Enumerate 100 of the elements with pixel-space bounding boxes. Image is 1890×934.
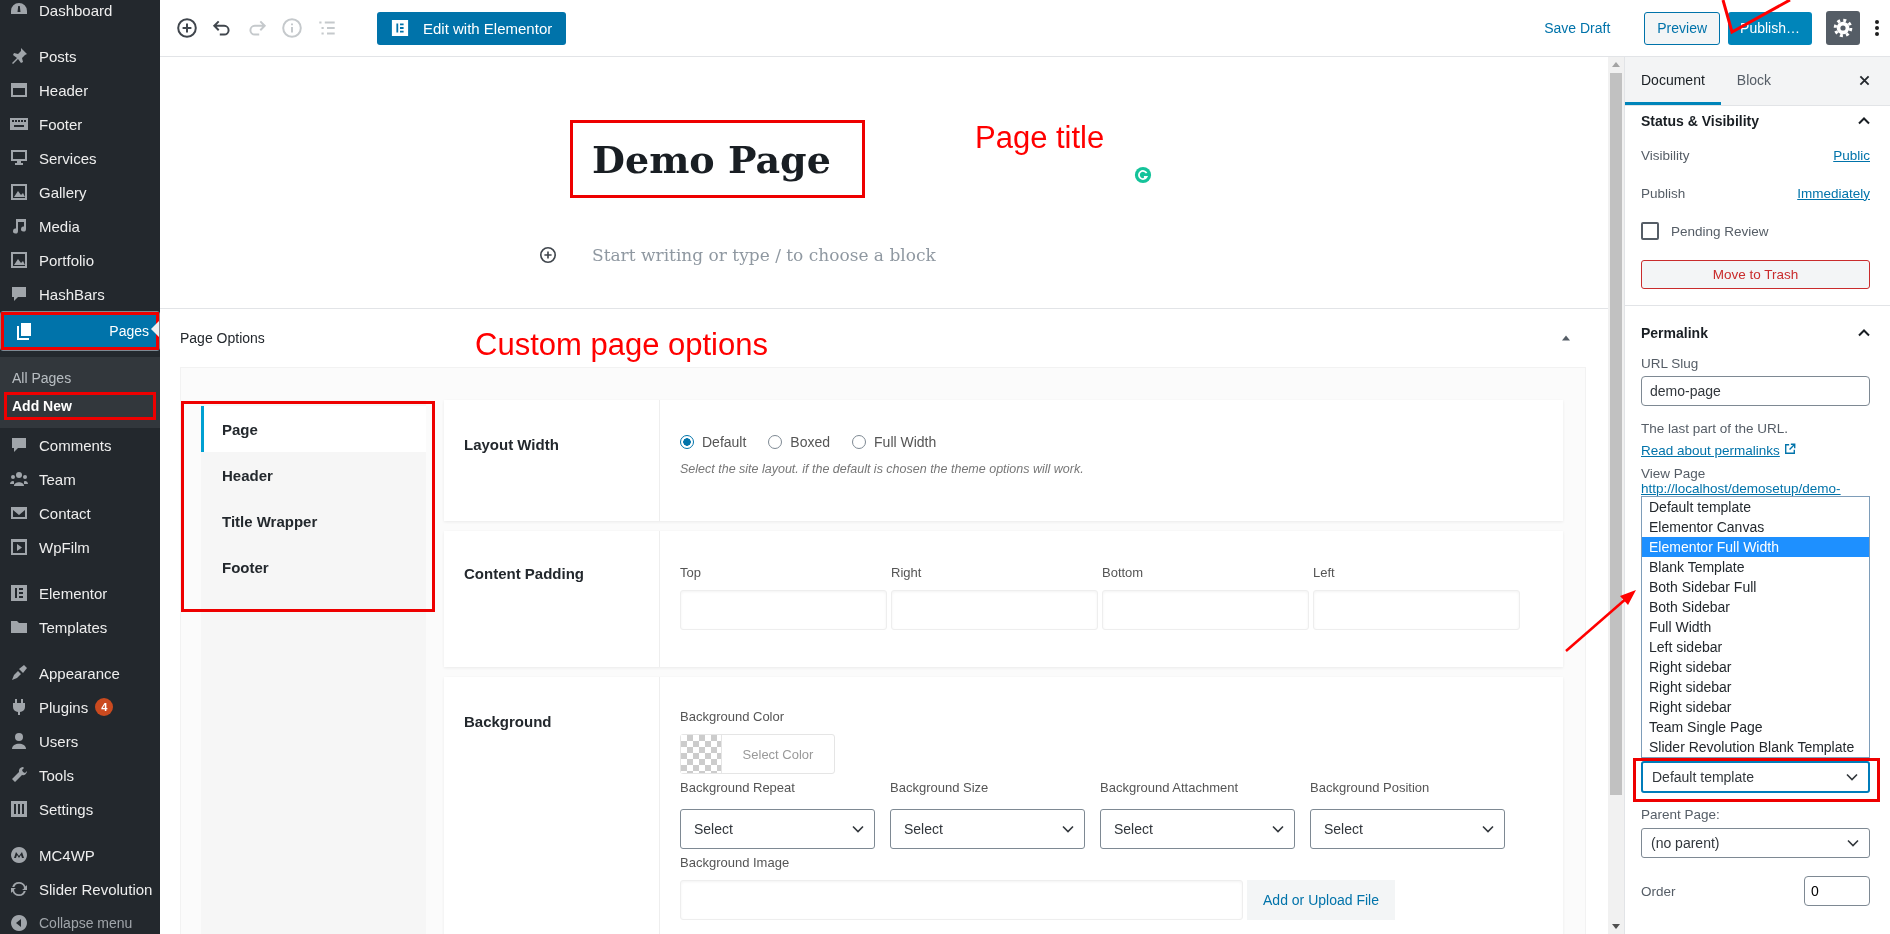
- menu-item[interactable]: Header: [0, 73, 160, 107]
- close-icon[interactable]: [1859, 75, 1870, 86]
- submenu-item[interactable]: Add New: [0, 392, 160, 420]
- select-field[interactable]: Select: [1310, 809, 1505, 849]
- menu-item[interactable]: Contact: [0, 496, 160, 530]
- menu-item[interactable]: MC4WP: [0, 838, 160, 872]
- pending-review-checkbox[interactable]: Pending Review: [1641, 212, 1870, 250]
- menu-item[interactable]: Team: [0, 462, 160, 496]
- url-slug-field[interactable]: demo-page: [1641, 376, 1870, 406]
- dropdown-option[interactable]: Full Width: [1642, 617, 1869, 637]
- dropdown-option[interactable]: Right sidebar: [1642, 657, 1869, 677]
- chevron-down-icon: [1482, 825, 1494, 833]
- dropdown-option[interactable]: Right sidebar: [1642, 677, 1869, 697]
- brush-icon: [9, 663, 29, 683]
- pages-icon: [14, 321, 34, 341]
- options-tab[interactable]: Title Wrapper: [201, 498, 426, 544]
- dropdown-option[interactable]: Right sidebar: [1642, 697, 1869, 717]
- field-label: Background Size: [890, 780, 990, 795]
- field-label: Visibility: [1641, 147, 1690, 163]
- dropdown-option[interactable]: Left sidebar: [1642, 637, 1869, 657]
- field-label: Publish: [1641, 185, 1686, 201]
- template-select[interactable]: Default template: [1641, 761, 1870, 793]
- field-label: Background Attachment: [1100, 780, 1240, 795]
- permalinks-link[interactable]: Read about permalinks: [1641, 443, 1796, 458]
- order-field[interactable]: 0: [1804, 876, 1870, 906]
- menu-item[interactable]: Users: [0, 724, 160, 758]
- radio-option[interactable]: Boxed: [768, 434, 831, 450]
- collapse-menu-button[interactable]: Collapse menu: [0, 906, 160, 934]
- dropdown-option[interactable]: Both Sidebar: [1642, 597, 1869, 617]
- menu-item[interactable]: Slider Revolution: [0, 872, 160, 906]
- circular-arrow-badge-icon[interactable]: [1134, 166, 1153, 184]
- dropdown-option[interactable]: Elementor Canvas: [1642, 517, 1869, 537]
- chevron-up-icon[interactable]: [1858, 329, 1870, 337]
- edit-with-elementor-button[interactable]: Edit with Elementor: [377, 11, 567, 45]
- radio-label: Boxed: [790, 434, 831, 450]
- plus-circle-icon[interactable]: [176, 17, 198, 39]
- plus-circle-icon[interactable]: [539, 246, 557, 264]
- dropdown-option[interactable]: Team Single Page: [1642, 717, 1869, 737]
- menu-item[interactable]: Gallery: [0, 175, 160, 209]
- color-picker-label: Select Color: [741, 745, 815, 764]
- scrollbar[interactable]: [1608, 57, 1624, 934]
- menu-item[interactable]: Services: [0, 141, 160, 175]
- chevron-down-icon: [1847, 839, 1859, 847]
- menu-item[interactable]: Footer: [0, 107, 160, 141]
- chevron-up-icon[interactable]: [1858, 117, 1870, 125]
- field-label: View Page: [1641, 466, 1707, 481]
- menu-item[interactable]: Templates: [0, 610, 160, 644]
- menu-item[interactable]: Pages: [0, 311, 160, 351]
- menu-item[interactable]: HashBars: [0, 277, 160, 311]
- field-label: Left: [1313, 565, 1336, 580]
- menu-item[interactable]: Posts: [0, 39, 160, 73]
- value-link[interactable]: Immediately: [1797, 185, 1870, 201]
- menu-item[interactable]: Settings: [0, 792, 160, 826]
- checkbox-label: Pending Review: [1671, 223, 1769, 239]
- options-tab[interactable]: Page: [201, 406, 426, 452]
- submenu-item[interactable]: All Pages: [0, 364, 160, 392]
- triangle-up-icon[interactable]: [1561, 333, 1571, 343]
- section-title: Status & Visibility: [1641, 113, 1759, 129]
- radio-option[interactable]: Default: [680, 434, 747, 450]
- menu-item[interactable]: Media: [0, 209, 160, 243]
- radio-option[interactable]: Full Width: [852, 434, 937, 450]
- select-field[interactable]: Select: [1100, 809, 1295, 849]
- options-tab[interactable]: Header: [201, 452, 426, 498]
- page-title[interactable]: Demo Page: [592, 136, 831, 182]
- radio-label: Default: [702, 434, 747, 450]
- upload-button[interactable]: Add or Upload File: [1247, 880, 1395, 920]
- panel-tab[interactable]: Block: [1720, 57, 1788, 105]
- publish-button[interactable]: Publish…: [1728, 11, 1812, 45]
- menu-item[interactable]: Plugins 4: [0, 690, 160, 724]
- value-link[interactable]: Public: [1833, 147, 1870, 163]
- view-page-link[interactable]: http://localhost/demosetup/demo-: [1641, 481, 1870, 496]
- scrollbar-thumb[interactable]: [1610, 73, 1622, 795]
- external-link-icon: [1783, 443, 1796, 455]
- dropdown-option[interactable]: Both Sidebar Full: [1642, 577, 1869, 597]
- film-icon: [9, 537, 29, 557]
- menu-item[interactable]: WpFilm: [0, 530, 160, 564]
- square-bars-icon: [9, 583, 29, 603]
- menu-item[interactable]: Dashboard: [0, 0, 160, 27]
- menu-item[interactable]: Comments: [0, 428, 160, 462]
- checkbox[interactable]: [1641, 222, 1659, 240]
- menu-item[interactable]: Elementor: [0, 576, 160, 610]
- save-draft-link[interactable]: Save Draft: [1544, 20, 1611, 36]
- field-label: Top: [680, 565, 702, 580]
- menu-item[interactable]: Tools: [0, 758, 160, 792]
- options-tab[interactable]: Footer: [201, 544, 426, 590]
- more-options-icon[interactable]: [1874, 18, 1880, 38]
- dropdown-option[interactable]: Slider Revolution Blank Template: [1642, 737, 1869, 757]
- panel-tab[interactable]: Document: [1625, 57, 1721, 105]
- move-to-trash-button[interactable]: Move to Trash: [1641, 260, 1870, 289]
- field-label: Background Color: [680, 709, 786, 724]
- parent-page-select[interactable]: (no parent): [1641, 828, 1870, 858]
- preview-button[interactable]: Preview: [1644, 11, 1721, 45]
- menu-item[interactable]: Portfolio: [0, 243, 160, 277]
- select-field[interactable]: Select: [890, 809, 1085, 849]
- dropdown-option[interactable]: Default template: [1642, 497, 1869, 517]
- radio-button[interactable]: [680, 435, 694, 449]
- settings-button[interactable]: [1826, 11, 1860, 45]
- select-field[interactable]: Select: [680, 809, 875, 849]
- menu-item[interactable]: Appearance: [0, 656, 160, 690]
- dropdown-option[interactable]: Blank Template: [1642, 557, 1869, 577]
